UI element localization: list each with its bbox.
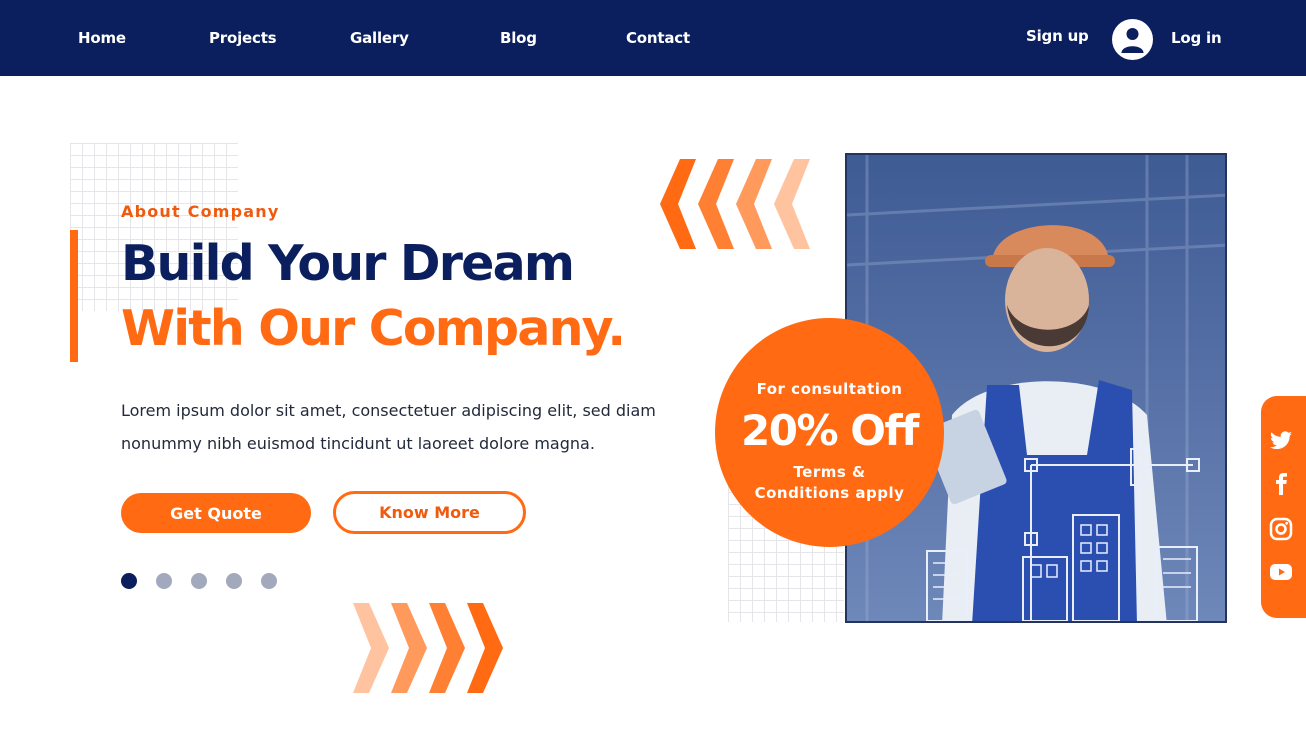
instagram-icon[interactable] bbox=[1269, 517, 1293, 541]
slider-dot-5[interactable] bbox=[261, 573, 277, 589]
slider-dot-2[interactable] bbox=[156, 573, 172, 589]
hero-description: Lorem ipsum dolor sit amet, consectetuer… bbox=[121, 394, 681, 460]
headline-line-2: With Our Company. bbox=[121, 300, 626, 357]
nav-link-gallery[interactable]: Gallery bbox=[350, 29, 409, 47]
top-navigation: Home Projects Gallery Blog Contact Sign … bbox=[0, 0, 1306, 76]
headline-line-1: Build Your Dream bbox=[121, 235, 575, 292]
nav-link-projects[interactable]: Projects bbox=[209, 29, 277, 47]
nav-link-blog[interactable]: Blog bbox=[500, 29, 537, 47]
hero-description-line-2: nonummy nibh euismod tincidunt ut laoree… bbox=[121, 434, 595, 453]
slider-dot-4[interactable] bbox=[226, 573, 242, 589]
social-sidebar bbox=[1261, 396, 1306, 618]
nav-link-home[interactable]: Home bbox=[78, 29, 126, 47]
chevron-left-icon bbox=[660, 159, 696, 249]
chevrons-right-decoration bbox=[353, 603, 503, 693]
slider-dots bbox=[121, 573, 277, 589]
chevron-right-icon bbox=[429, 603, 465, 693]
chevron-right-icon bbox=[467, 603, 503, 693]
signup-link[interactable]: Sign up bbox=[1026, 27, 1089, 45]
user-silhouette-icon bbox=[1121, 28, 1144, 53]
promo-terms-text: Terms & Conditions apply bbox=[754, 463, 905, 502]
promo-discount-value: 20% Off bbox=[741, 406, 919, 455]
nav-link-contact[interactable]: Contact bbox=[626, 29, 690, 47]
accent-bar bbox=[70, 230, 78, 362]
chevron-right-icon bbox=[391, 603, 427, 693]
chevrons-left-decoration bbox=[660, 159, 810, 249]
eyebrow-label: About Company bbox=[121, 202, 280, 221]
youtube-icon[interactable] bbox=[1269, 560, 1293, 584]
user-avatar-icon[interactable] bbox=[1112, 19, 1153, 60]
chevron-left-icon bbox=[736, 159, 772, 249]
chevron-left-icon bbox=[698, 159, 734, 249]
chevron-right-icon bbox=[353, 603, 389, 693]
slider-dot-3[interactable] bbox=[191, 573, 207, 589]
login-link[interactable]: Log in bbox=[1171, 29, 1222, 47]
slider-dot-1[interactable] bbox=[121, 573, 137, 589]
promo-consultation-text: For consultation bbox=[756, 380, 903, 398]
facebook-icon[interactable] bbox=[1269, 472, 1293, 496]
chevron-left-icon bbox=[774, 159, 810, 249]
know-more-button[interactable]: Know More bbox=[333, 491, 526, 534]
promo-discount-badge[interactable]: For consultation 20% Off Terms & Conditi… bbox=[715, 318, 944, 547]
twitter-icon[interactable] bbox=[1269, 428, 1293, 452]
hero-description-line-1: Lorem ipsum dolor sit amet, consectetuer… bbox=[121, 401, 656, 420]
get-quote-button[interactable]: Get Quote bbox=[121, 493, 311, 533]
